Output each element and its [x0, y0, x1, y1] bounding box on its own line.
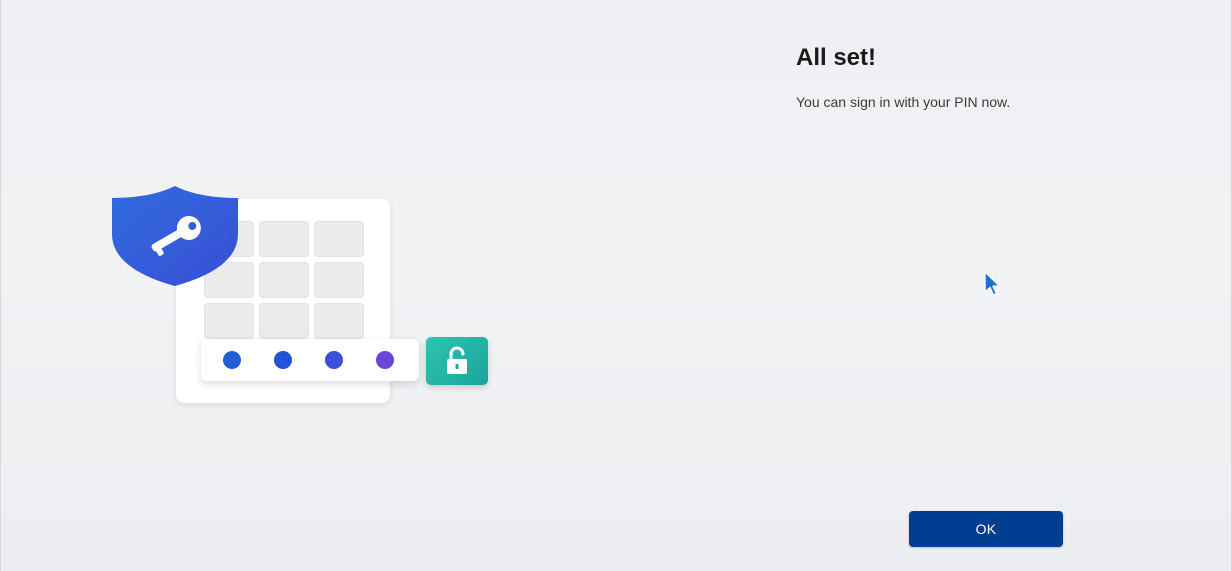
keypad-key — [314, 303, 364, 339]
mouse-cursor-icon — [984, 271, 1001, 296]
keypad-key — [314, 262, 364, 298]
keypad-key — [259, 262, 309, 298]
pin-dot — [325, 351, 343, 369]
page-title: All set! — [796, 44, 877, 71]
keypad-key — [204, 303, 254, 339]
pin-illustration — [109, 184, 493, 408]
keypad-key — [259, 303, 309, 339]
shield-key-icon — [112, 186, 238, 286]
pin-dot — [223, 351, 241, 369]
pin-dot — [274, 351, 292, 369]
page-subtitle: You can sign in with your PIN now. — [796, 94, 1011, 110]
unlock-icon — [426, 337, 488, 385]
keypad-key — [259, 221, 309, 257]
pin-dot — [376, 351, 394, 369]
ok-button[interactable]: OK — [909, 511, 1063, 547]
keypad-key — [314, 221, 364, 257]
setup-screen: All set! You can sign in with your PIN n… — [0, 0, 1232, 571]
pin-entry-strip — [201, 339, 419, 381]
